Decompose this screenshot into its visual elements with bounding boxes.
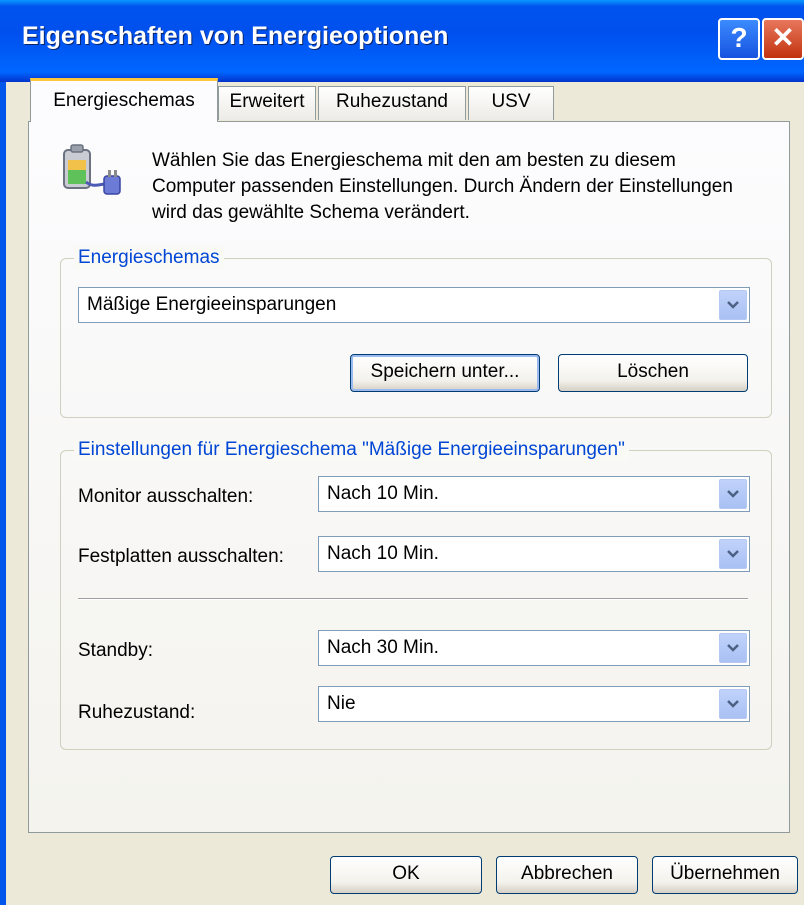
- hibernate-timeout-value: Nie: [327, 693, 356, 714]
- delete-label: Löschen: [617, 361, 689, 382]
- close-button[interactable]: ✕: [762, 18, 804, 60]
- cancel-label: Abbrechen: [521, 863, 613, 884]
- chevron-down-icon[interactable]: [719, 479, 747, 509]
- monitor-label: Monitor ausschalten:: [78, 486, 254, 507]
- monitor-timeout-value: Nach 10 Min.: [327, 483, 439, 504]
- settings-divider: [78, 598, 748, 600]
- tab-label: Erweitert: [229, 91, 305, 112]
- power-battery-plug-icon: [56, 140, 126, 200]
- scheme-select-value: Mäßige Energieeinsparungen: [87, 294, 337, 315]
- disks-timeout-value: Nach 10 Min.: [327, 543, 439, 564]
- window-frame-left: [0, 82, 6, 905]
- cancel-button[interactable]: Abbrechen: [496, 856, 638, 894]
- apply-label: Übernehmen: [670, 863, 780, 884]
- disks-label: Festplatten ausschalten:: [78, 546, 284, 567]
- tab-energieschemas[interactable]: Energieschemas: [30, 78, 218, 122]
- save-as-label: Speichern unter...: [370, 361, 520, 382]
- chevron-down-icon[interactable]: [719, 290, 747, 320]
- scheme-select[interactable]: Mäßige Energieeinsparungen: [78, 287, 750, 323]
- scheme-group: [60, 258, 772, 418]
- ok-button[interactable]: OK: [330, 856, 482, 894]
- title-bar[interactable]: Eigenschaften von Energieoptionen ? ✕: [0, 0, 804, 82]
- standby-timeout-select[interactable]: Nach 30 Min.: [318, 630, 750, 666]
- delete-button[interactable]: Löschen: [558, 354, 748, 392]
- standby-timeout-value: Nach 30 Min.: [327, 637, 439, 658]
- hibernate-label: Ruhezustand:: [78, 702, 196, 723]
- standby-label: Standby:: [78, 640, 153, 661]
- chevron-down-icon[interactable]: [719, 689, 747, 719]
- tab-erweitert[interactable]: Erweitert: [218, 86, 316, 120]
- tab-ruhezustand[interactable]: Ruhezustand: [318, 86, 466, 120]
- save-as-button[interactable]: Speichern unter...: [350, 354, 540, 392]
- scheme-group-legend: Energieschemas: [74, 247, 224, 269]
- tab-usv[interactable]: USV: [468, 86, 554, 120]
- power-options-dialog: Eigenschaften von Energieoptionen ? ✕ En…: [0, 0, 804, 905]
- tab-label: Ruhezustand: [336, 91, 448, 112]
- help-button[interactable]: ?: [718, 18, 760, 60]
- help-icon: ?: [730, 22, 748, 53]
- apply-button[interactable]: Übernehmen: [652, 856, 798, 894]
- close-icon: ✕: [771, 22, 795, 53]
- settings-group-legend: Einstellungen für Energieschema "Mäßige …: [74, 439, 629, 461]
- tab-label: USV: [491, 91, 531, 112]
- monitor-timeout-select[interactable]: Nach 10 Min.: [318, 476, 750, 512]
- chevron-down-icon[interactable]: [719, 539, 747, 569]
- hibernate-timeout-select[interactable]: Nie: [318, 686, 750, 722]
- tab-label: Energieschemas: [53, 90, 195, 111]
- chevron-down-icon[interactable]: [719, 633, 747, 663]
- intro-description: Wählen Sie das Energieschema mit den am …: [152, 150, 733, 223]
- ok-label: OK: [392, 863, 420, 884]
- disks-timeout-select[interactable]: Nach 10 Min.: [318, 536, 750, 572]
- window-title: Eigenschaften von Energieoptionen: [22, 22, 449, 50]
